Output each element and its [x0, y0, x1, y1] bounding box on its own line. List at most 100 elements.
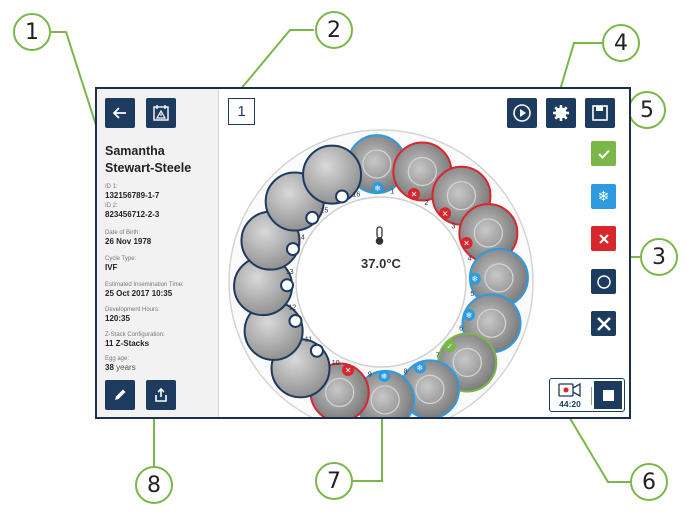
undecided-status-icon	[288, 313, 303, 328]
field-label: Egg age:	[105, 356, 130, 362]
status-glyph: ❄	[374, 184, 381, 193]
undecided-status-icon	[285, 242, 300, 257]
well-number-label: 3	[452, 223, 456, 230]
gear-icon	[553, 105, 569, 121]
field-label: Estimated Insemination Time:	[105, 282, 184, 288]
field-development-hours: Development Hours: 120:35	[105, 307, 217, 323]
egg-age-unit: years	[116, 363, 136, 372]
close-icon	[596, 316, 611, 331]
status-glyph: ❄	[417, 364, 424, 373]
patient-sidebar: Samantha Stewart-Steele ID 1: 132156789-…	[97, 89, 219, 417]
well-number-label: 4	[468, 255, 472, 262]
device-screen: Samantha Stewart-Steele ID 1: 132156789-…	[95, 87, 631, 419]
stop-recording-button[interactable]	[594, 381, 622, 409]
callout-2: 2	[315, 11, 353, 49]
field-date-of-birth: Date of Birth: 26 Nov 1978	[105, 230, 217, 246]
save-disk-icon	[592, 105, 608, 121]
field-value: 120:35	[105, 314, 130, 323]
arrow-left-icon	[112, 107, 126, 119]
callout-8: 8	[135, 466, 173, 504]
status-glyph: ✕	[411, 190, 418, 199]
play-timelapse-button[interactable]	[507, 98, 537, 128]
field-id1: ID 1: 132156789-1-7	[105, 184, 217, 200]
well-number-label: 1	[390, 189, 394, 196]
field-value: 26 Nov 1978	[105, 237, 152, 246]
field-label: ID 1:	[105, 184, 118, 190]
circle-outline-icon	[596, 274, 611, 289]
status-glyph: ❄	[381, 372, 388, 381]
field-egg-age: Egg age: 38 years	[105, 356, 217, 372]
close-button[interactable]	[591, 311, 616, 336]
field-label: Date of Birth:	[105, 230, 141, 236]
field-label: Cycle Type:	[105, 256, 137, 262]
calendar-warning-icon	[153, 105, 169, 121]
export-button[interactable]	[146, 380, 176, 410]
filter-discard-button[interactable]	[591, 226, 616, 251]
callout-7: 7	[315, 462, 353, 500]
undecided-status-icon	[309, 343, 324, 358]
undecided-status-icon	[305, 210, 320, 225]
recording-divider	[591, 387, 592, 405]
culture-dish: ❄ 1 ✕2✕3✕4❄5❄6✓7❄8❄9✕10111213141516 37.0°C	[228, 129, 534, 417]
video-camera-icon	[558, 382, 581, 398]
field-value: 823456712-2-3	[105, 210, 160, 219]
well-number-label: 5	[470, 291, 474, 298]
stop-square-icon	[602, 389, 614, 401]
snowflake-icon: ❄	[597, 188, 610, 205]
well-number-label: 8	[404, 369, 408, 376]
status-glyph: ✓	[446, 342, 453, 351]
alarm-calendar-button[interactable]	[146, 98, 176, 128]
well-number-label: 16	[353, 191, 361, 198]
undecided-status-icon	[335, 189, 350, 204]
undecided-status-icon	[280, 278, 295, 293]
callout-6: 6	[630, 463, 668, 501]
field-value: IVF	[105, 263, 118, 272]
well-number-label: 12	[288, 305, 296, 312]
checkmark-icon	[597, 149, 610, 159]
save-button[interactable]	[585, 98, 615, 128]
field-value: 11 Z-Stacks	[105, 339, 150, 348]
status-glyph: ✕	[345, 366, 352, 375]
well-number-label: 9	[368, 371, 372, 378]
well-16[interactable]: 16	[302, 144, 363, 205]
back-button[interactable]	[105, 98, 135, 128]
pencil-icon	[115, 389, 126, 400]
field-value: 38 years	[105, 363, 217, 372]
upload-share-icon	[155, 387, 167, 402]
status-glyph: ✕	[463, 239, 470, 248]
edit-button[interactable]	[105, 380, 135, 410]
well-number-label: 2	[424, 200, 428, 207]
field-label: Z-Stack Configuration:	[105, 332, 165, 338]
field-label: Development Hours:	[105, 307, 160, 313]
field-insemination-time: Estimated Insemination Time: 25 Oct 2017…	[105, 282, 217, 298]
well-number-label: 11	[305, 337, 312, 344]
filter-transfer-button[interactable]	[591, 141, 616, 166]
callout-5: 5	[628, 91, 666, 129]
filter-freeze-button[interactable]: ❄	[591, 184, 616, 209]
x-circle-icon	[598, 233, 609, 244]
status-glyph: ❄	[466, 311, 473, 320]
well-number-label: 7	[436, 352, 440, 359]
temperature-readout: 37.0°C	[361, 256, 402, 271]
well-number-label: 15	[320, 208, 328, 215]
well-number-label: 14	[297, 235, 305, 242]
field-cycle-type: Cycle Type: IVF	[105, 256, 217, 272]
callout-1: 1	[13, 13, 51, 51]
field-z-stack: Z-Stack Configuration: 11 Z-Stacks	[105, 332, 217, 348]
settings-button[interactable]	[546, 98, 576, 128]
field-id2: ID 2: 823456712-2-3	[105, 203, 217, 219]
well-number-label: 10	[332, 360, 340, 367]
field-value: 132156789-1-7	[105, 191, 160, 200]
video-recording-control: 44:20	[549, 378, 625, 412]
patient-name: Samantha Stewart-Steele	[105, 144, 192, 175]
filter-undecided-button[interactable]	[591, 269, 616, 294]
play-circle-icon	[513, 104, 531, 122]
well-number-label: 6	[459, 325, 463, 332]
status-glyph: ❄	[472, 275, 479, 284]
dish-center	[295, 196, 467, 368]
field-value: 25 Oct 2017 10:35	[105, 289, 173, 298]
recording-time: 44:20	[559, 399, 581, 409]
field-label: ID 2:	[105, 203, 118, 209]
well-number-label: 13	[286, 269, 294, 276]
egg-age-value: 38	[105, 363, 114, 372]
